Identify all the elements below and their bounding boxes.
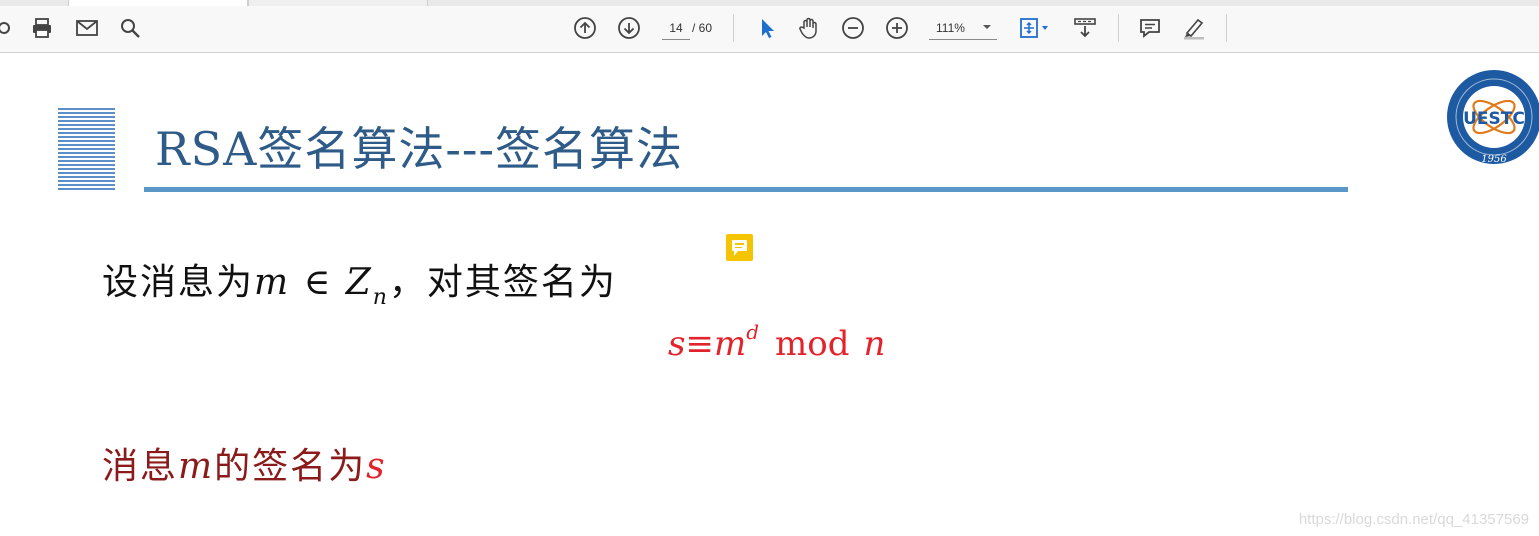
tab-active[interactable] <box>68 0 248 6</box>
search-icon[interactable] <box>116 14 144 42</box>
email-icon[interactable] <box>73 14 101 42</box>
toolbar-separator <box>1118 14 1119 42</box>
document-page: RSA签名算法---签名算法 UESTC 1956 设消息为m ∈ Zn，对其签… <box>0 53 1539 536</box>
text-line-signature: 消息m的签名为s <box>102 446 387 487</box>
zoom-out-icon[interactable] <box>839 14 867 42</box>
title-underline <box>144 187 1348 192</box>
zoom-in-icon[interactable] <box>883 14 911 42</box>
university-logo: UESTC 1956 <box>1446 57 1539 173</box>
toolbar-separator <box>1226 14 1227 42</box>
select-cursor-icon[interactable] <box>752 14 780 42</box>
slide-title: RSA签名算法---签名算法 <box>155 122 683 176</box>
fit-page-icon[interactable] <box>1016 14 1054 42</box>
hand-icon[interactable] <box>795 14 823 42</box>
arrow-up-icon[interactable] <box>571 14 599 42</box>
page-number-input[interactable] <box>662 17 690 40</box>
watermark: https://blog.csdn.net/qq_41357569 <box>1298 511 1529 528</box>
signature-formula: s≡md mod n <box>668 320 886 364</box>
zoom-value: 111% <box>936 21 965 35</box>
pdf-toolbar: / 60 111% <box>0 0 1539 53</box>
tab-strip <box>0 0 1539 6</box>
chevron-down-icon <box>983 25 991 29</box>
text-line-message: 设消息为m ∈ Zn，对其签名为 <box>102 262 617 310</box>
logo-year: 1956 <box>1481 154 1507 165</box>
zoom-select[interactable]: 111% <box>929 17 997 40</box>
arrow-down-icon[interactable] <box>615 14 643 42</box>
sticky-note-icon[interactable] <box>726 234 753 261</box>
scroll-mode-icon[interactable] <box>1071 14 1099 42</box>
comment-icon[interactable] <box>1136 14 1164 42</box>
toolbar-separator <box>733 14 734 42</box>
link-icon[interactable] <box>0 14 20 42</box>
title-decoration <box>58 108 115 192</box>
print-icon[interactable] <box>28 14 56 42</box>
logo-text: UESTC <box>1463 109 1525 129</box>
page-total-label: / 60 <box>692 21 713 35</box>
tab-inactive[interactable] <box>248 0 428 6</box>
highlight-icon[interactable] <box>1180 14 1208 42</box>
